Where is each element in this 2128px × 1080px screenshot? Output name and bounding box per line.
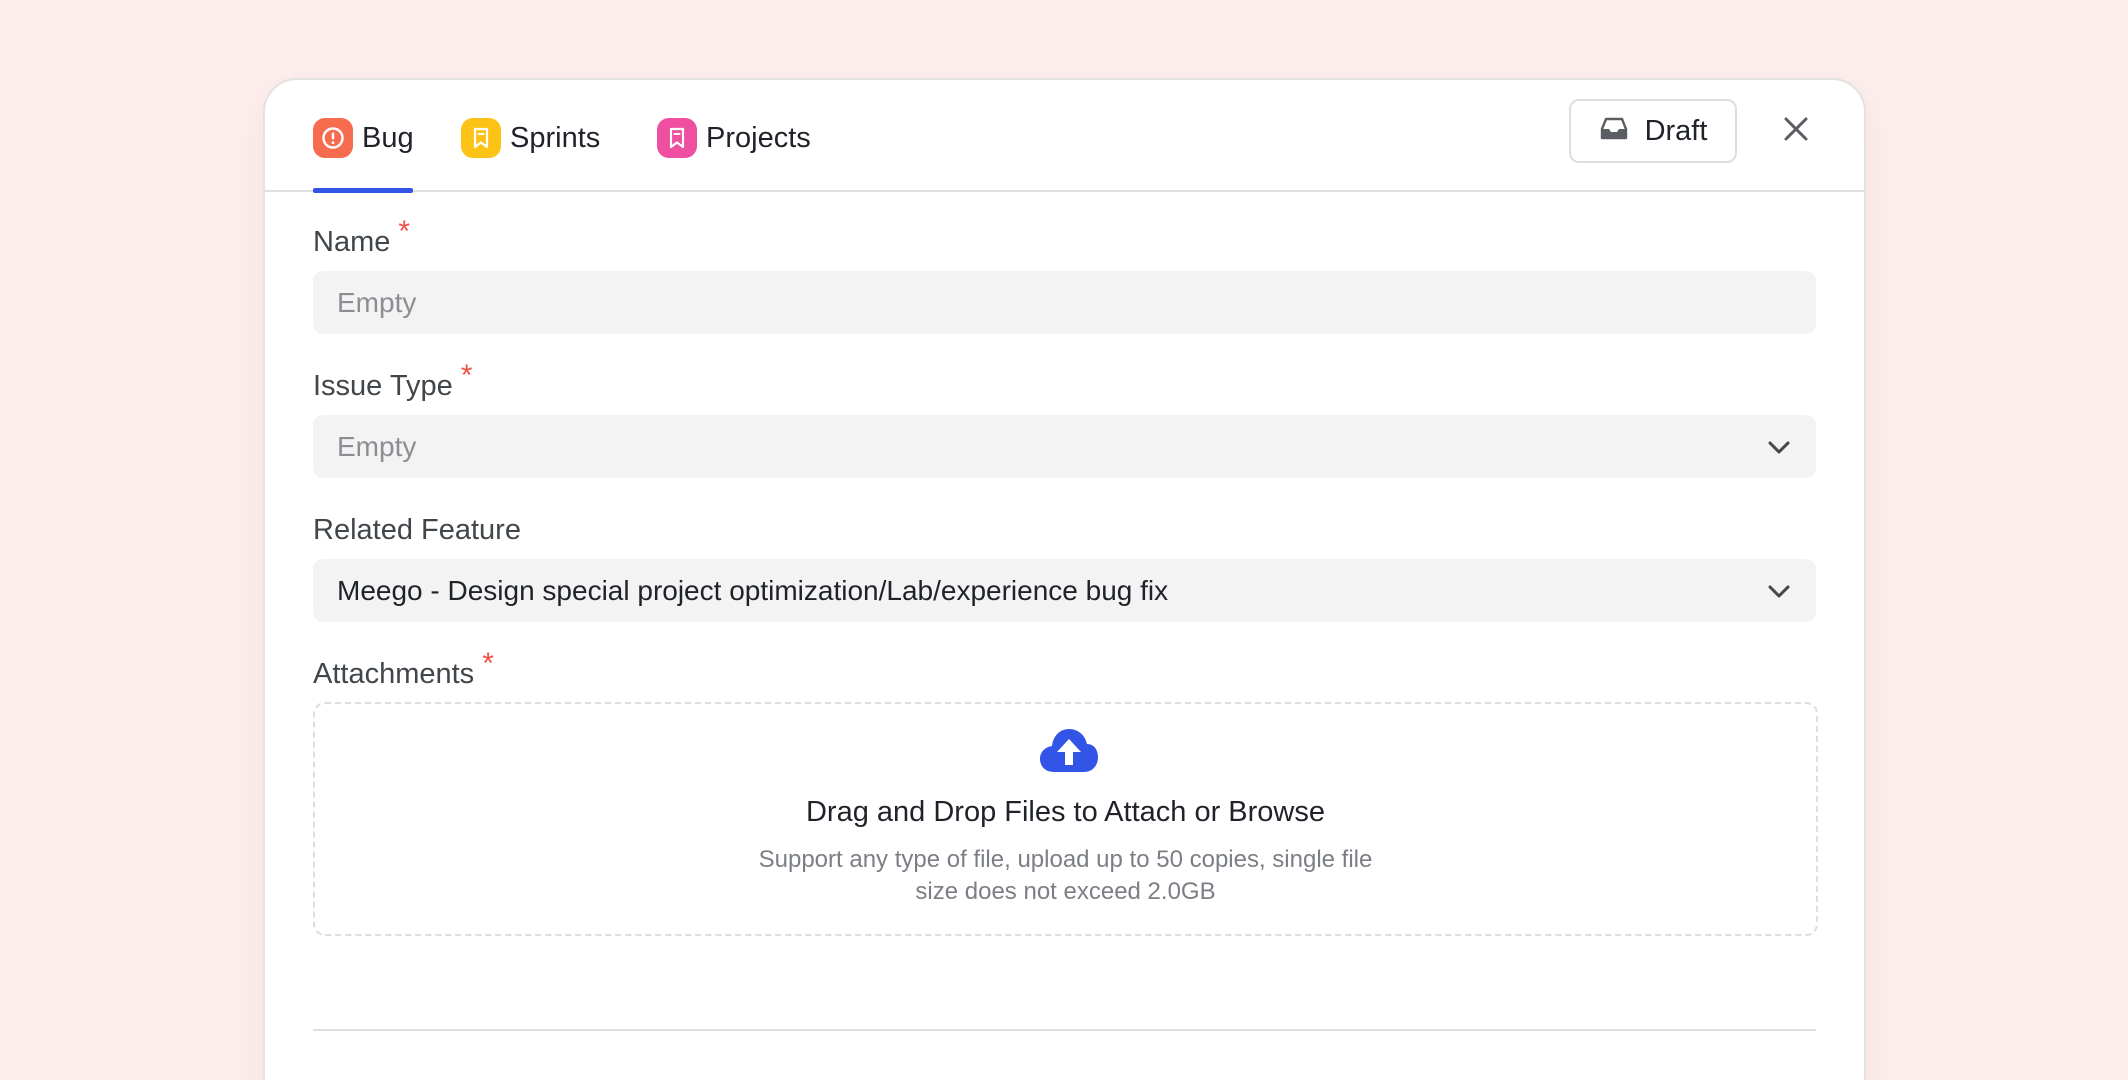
draft-button-label: Draft: [1644, 114, 1708, 147]
issue-type-label: Issue Type *: [313, 361, 472, 403]
bookmark-icon: [461, 118, 501, 158]
name-label-text: Name: [313, 226, 391, 258]
close-button[interactable]: [1778, 113, 1814, 149]
related-feature-label: Related Feature: [313, 514, 521, 547]
tab-projects[interactable]: Projects: [657, 116, 811, 160]
attachment-dropzone[interactable]: Drag and Drop Files to Attach or Browse …: [313, 702, 1818, 936]
dropzone-subtitle: Support any type of file, upload up to 5…: [315, 844, 1816, 908]
related-feature-select[interactable]: Meego - Design special project optimizat…: [313, 559, 1816, 622]
tab-projects-label: Projects: [706, 121, 811, 154]
name-input[interactable]: Empty: [313, 271, 1816, 334]
bookmark-icon: [657, 118, 697, 158]
issue-type-label-text: Issue Type: [313, 370, 453, 402]
active-tab-indicator: [313, 188, 413, 193]
related-feature-label-text: Related Feature: [313, 514, 521, 546]
draft-button[interactable]: Draft: [1569, 99, 1737, 163]
issue-type-select-placeholder: Empty: [337, 430, 417, 462]
issue-type-select[interactable]: Empty: [313, 415, 1816, 478]
inbox-icon: [1599, 116, 1629, 147]
dropzone-subtitle-line: size does not exceed 2.0GB: [915, 878, 1216, 905]
name-label: Name *: [313, 217, 410, 259]
related-feature-value: Meego - Design special project optimizat…: [337, 574, 1169, 606]
create-issue-modal: Bug Sprints Projects Draft Name * Empty …: [263, 78, 1866, 1080]
chevron-down-icon: [1766, 579, 1792, 611]
issue-type-tab-bar: Bug Sprints Projects Draft: [265, 80, 1864, 193]
required-asterisk: *: [398, 215, 411, 248]
name-input-placeholder: Empty: [337, 286, 417, 318]
required-asterisk: *: [482, 647, 494, 680]
tab-sprints[interactable]: Sprints: [461, 116, 600, 160]
tab-bug-label: Bug: [362, 121, 414, 154]
dropzone-title: Drag and Drop Files to Attach or Browse: [805, 796, 1325, 828]
attachments-label: Attachments *: [313, 649, 494, 691]
alert-circle-icon: [313, 118, 353, 158]
required-asterisk: *: [460, 359, 473, 392]
dropzone-subtitle-line: Support any type of file, upload up to 5…: [758, 846, 1373, 873]
tab-sprints-label: Sprints: [510, 121, 601, 154]
attachments-label-text: Attachments: [313, 658, 475, 690]
close-icon: [1783, 116, 1809, 147]
cloud-upload-icon: [1038, 726, 1100, 781]
chevron-down-icon: [1766, 435, 1792, 467]
tab-bug[interactable]: Bug: [313, 116, 414, 160]
footer-divider: [313, 1029, 1816, 1031]
